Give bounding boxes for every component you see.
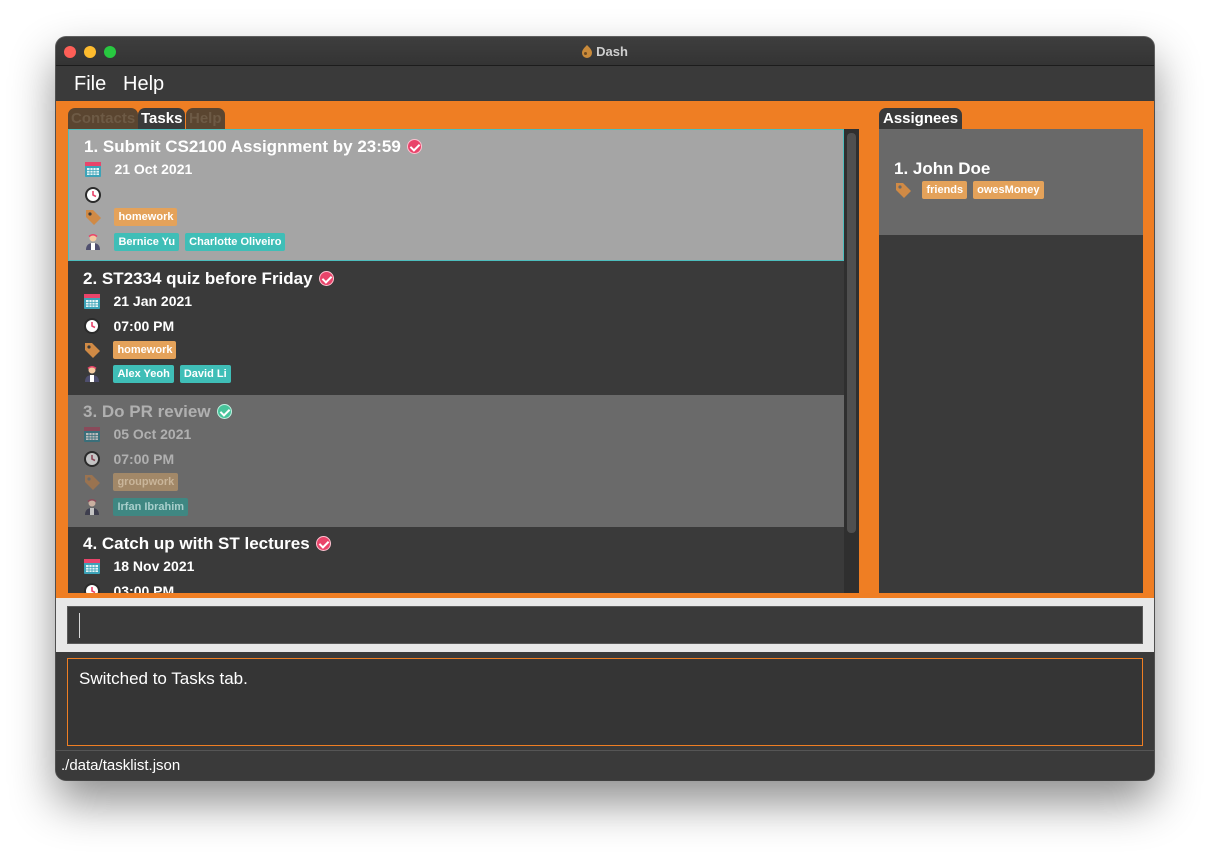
task-card[interactable]: 2. ST2334 quiz before Friday 21 Jan 2021… — [68, 262, 844, 394]
tag-icon — [896, 183, 911, 198]
task-date-row: 21 Oct 2021 — [84, 160, 192, 180]
task-time-row: 07:00 PM — [83, 450, 174, 470]
incomplete-check-icon — [318, 271, 334, 286]
task-tags-row: homework — [83, 341, 177, 361]
tag-chip: friends — [922, 181, 968, 199]
task-time: 07:00 PM — [113, 451, 175, 467]
incomplete-check-icon — [406, 139, 422, 154]
calendar-icon — [84, 294, 100, 309]
task-people-row: Bernice Yu Charlotte Oliveiro — [84, 233, 286, 253]
title-bar: Dash — [56, 37, 1154, 66]
task-date: 18 Nov 2021 — [113, 558, 195, 574]
task-title-text: 2. ST2334 quiz before Friday — [83, 269, 313, 288]
task-tags-row: homework — [84, 208, 178, 228]
task-card[interactable]: 4. Catch up with ST lectures 18 Nov 2021… — [68, 527, 844, 593]
status-bar: ./data/tasklist.json — [56, 750, 1154, 780]
task-tags-row: groupwork — [83, 473, 179, 493]
tab-assignees[interactable]: Assignees — [879, 108, 963, 129]
assignee-card[interactable]: 1. John Doe friends owesMoney — [879, 129, 1143, 235]
task-list[interactable]: 1. Submit CS2100 Assignment by 23:59 21 … — [68, 129, 859, 593]
tag-icon — [85, 343, 100, 358]
assignee-tags-row: friends owesMoney — [894, 181, 1044, 201]
person-chip: Bernice Yu — [114, 233, 180, 251]
task-date-row: 05 Oct 2021 — [83, 425, 191, 445]
menu-help[interactable]: Help — [123, 73, 164, 96]
person-icon — [85, 366, 99, 382]
person-chip: Alex Yeoh — [113, 365, 174, 383]
task-title: 2. ST2334 quiz before Friday — [83, 269, 334, 289]
person-chip: Irfan Ibrahim — [113, 498, 189, 516]
tag-chip: groupwork — [113, 473, 179, 491]
window-title-text: Dash — [596, 44, 628, 59]
task-date: 21 Oct 2021 — [114, 161, 193, 177]
tab-contacts[interactable]: Contacts — [68, 108, 139, 129]
data-file-path: ./data/tasklist.json — [61, 757, 181, 774]
assignee-name: 1. John Doe — [894, 159, 991, 178]
clock-icon — [84, 318, 100, 334]
clock-icon — [84, 451, 100, 467]
menu-bar: File Help — [56, 67, 1154, 101]
calendar-icon — [84, 427, 100, 442]
task-card[interactable]: 1. Submit CS2100 Assignment by 23:59 21 … — [68, 129, 844, 261]
task-time-row: 03:00 PM — [83, 582, 174, 593]
tab-help[interactable]: Help — [186, 108, 225, 129]
window-title: Dash — [56, 44, 1154, 59]
person-chip: Charlotte Oliveiro — [185, 233, 286, 251]
task-date: 05 Oct 2021 — [113, 426, 192, 442]
tab-tasks[interactable]: Tasks — [138, 108, 186, 129]
assignee-list[interactable]: 1. John Doe friends owesMoney — [879, 129, 1143, 593]
tag-chip: homework — [114, 208, 178, 226]
task-people-row: Alex Yeoh David Li — [83, 365, 231, 385]
task-people-row: Irfan Ibrahim — [83, 498, 189, 518]
task-card[interactable]: 3. Do PR review 05 Oct 2021 07:00 PM gro… — [68, 395, 844, 527]
menu-file[interactable]: File — [74, 73, 106, 96]
incomplete-check-icon — [315, 536, 331, 551]
task-time: 03:00 PM — [113, 583, 175, 593]
calendar-icon — [85, 162, 101, 177]
task-title-text: 1. Submit CS2100 Assignment by 23:59 — [84, 137, 401, 156]
task-date-row: 21 Jan 2021 — [83, 292, 192, 312]
result-display[interactable]: Switched to Tasks tab. — [67, 658, 1143, 746]
task-date: 21 Jan 2021 — [113, 293, 193, 309]
clock-icon — [84, 583, 100, 593]
result-message: Switched to Tasks tab. — [79, 669, 248, 688]
task-list-scrollbar[interactable] — [844, 129, 859, 593]
task-title: 3. Do PR review — [83, 402, 232, 422]
task-date-row: 18 Nov 2021 — [83, 557, 194, 577]
task-title: 4. Catch up with ST lectures — [83, 534, 331, 554]
task-title-text: 4. Catch up with ST lectures — [83, 534, 310, 553]
tag-icon — [85, 475, 100, 490]
app-icon — [582, 45, 593, 58]
command-input[interactable] — [67, 606, 1143, 644]
person-chip: David Li — [179, 365, 231, 383]
clock-icon — [85, 187, 101, 203]
app-window: Dash File Help Contacts Tasks Help 1. Su… — [56, 37, 1154, 780]
complete-check-icon — [216, 404, 232, 419]
task-time: 07:00 PM — [113, 318, 175, 334]
calendar-icon — [84, 559, 100, 574]
command-area — [56, 598, 1154, 652]
tag-chip: owesMoney — [973, 181, 1044, 199]
main-panel: Contacts Tasks Help 1. Submit CS2100 Ass… — [56, 101, 1154, 598]
tag-icon — [86, 210, 101, 225]
scrollbar-thumb[interactable] — [847, 133, 856, 533]
person-icon — [86, 234, 100, 250]
task-time-row — [84, 186, 114, 206]
person-icon — [85, 499, 99, 515]
tag-chip: homework — [113, 341, 177, 359]
text-caret — [79, 613, 80, 638]
result-area: Switched to Tasks tab. — [56, 652, 1154, 750]
task-title: 1. Submit CS2100 Assignment by 23:59 — [84, 137, 422, 157]
task-title-text: 3. Do PR review — [83, 402, 211, 421]
task-time-row: 07:00 PM — [83, 317, 174, 337]
